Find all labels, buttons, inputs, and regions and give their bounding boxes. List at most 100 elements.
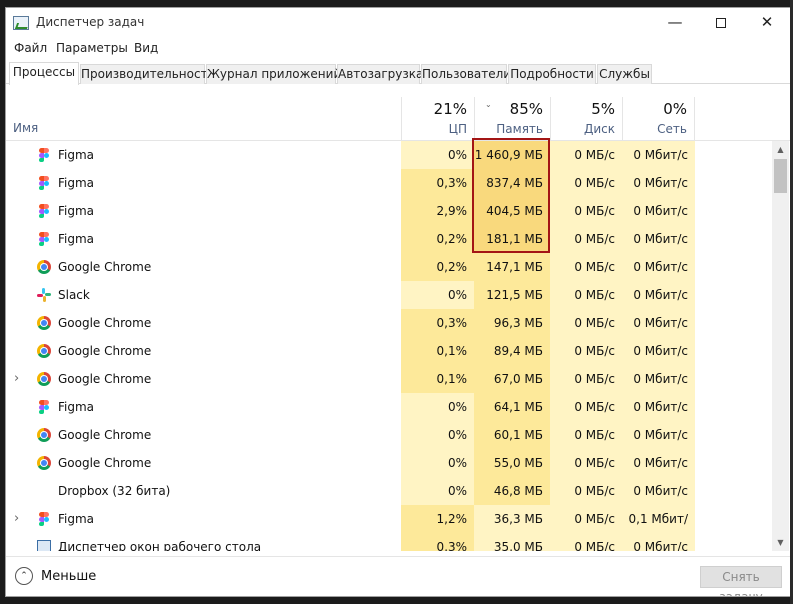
column-network-header[interactable]: 0% Сеть [622, 97, 695, 141]
chevron-right-icon[interactable]: › [14, 371, 19, 386]
cpu-cell: 0,2% [401, 225, 474, 253]
process-row[interactable]: Figma 0% 1 460,9 МБ 0 МБ/с 0 Мбит/с [6, 141, 772, 169]
network-cell: 0 Мбит/с [622, 141, 695, 169]
disk-label: Диск [583, 122, 615, 136]
process-name: Диспетчер окон рабочего стола [58, 540, 262, 551]
column-header: Имя 21% ЦП ⌄ 85% Память 5% Диск 0% Сеть [6, 97, 790, 141]
process-row[interactable]: Figma 0,3% 837,4 МБ 0 МБ/с 0 Мбит/с [6, 169, 772, 197]
figma-icon [39, 400, 49, 414]
process-name-cell: Google Chrome [6, 449, 401, 477]
disk-cell: 0 МБ/с [550, 505, 622, 533]
tab-services[interactable]: Службы [597, 64, 652, 84]
cpu-cell: 0% [401, 393, 474, 421]
vertical-scrollbar[interactable]: ▲ ▼ [772, 141, 789, 551]
process-name-cell: Диспетчер окон рабочего стола [6, 533, 401, 551]
close-icon: ✕ [760, 13, 774, 31]
process-name: Figma [58, 176, 95, 190]
menu-file[interactable]: Файл [14, 41, 47, 55]
maximize-button[interactable] [698, 8, 744, 38]
process-row[interactable]: Google Chrome 0% 55,0 МБ 0 МБ/с 0 Мбит/с [6, 449, 772, 477]
memory-cell: 64,1 МБ [474, 393, 550, 421]
network-cell: 0 Мбит/с [622, 169, 695, 197]
tab-processes[interactable]: Процессы [9, 62, 79, 85]
column-cpu-header[interactable]: 21% ЦП [401, 97, 474, 141]
memory-cell: 96,3 МБ [474, 309, 550, 337]
memory-label: Память [496, 122, 543, 136]
fewer-details-button[interactable]: Меньше [41, 569, 96, 584]
process-row[interactable]: Figma 2,9% 404,5 МБ 0 МБ/с 0 Мбит/с [6, 197, 772, 225]
process-row[interactable]: › Google Chrome 0,1% 67,0 МБ 0 МБ/с 0 Мбит/с [6, 365, 772, 393]
cpu-cell: 0% [401, 477, 474, 505]
network-cell: 0 Мбит/с [622, 225, 695, 253]
tab-users[interactable]: Пользователи [421, 64, 511, 84]
process-name-cell: › Google Chrome [6, 365, 401, 393]
network-cell: 0 Мбит/с [622, 477, 695, 505]
memory-cell: 46,8 МБ [474, 477, 550, 505]
cpu-total: 21% [433, 100, 467, 118]
end-task-button[interactable]: Снять задачу [700, 566, 782, 596]
tab-startup[interactable]: Автозагрузка [337, 64, 423, 84]
process-row[interactable]: Диспетчер окон рабочего стола 0,3% 35,0 МБ… [6, 533, 772, 551]
process-row[interactable]: › Figma 1,2%36,3 МБ0 МБ/с0,1 Мбит/с [6, 505, 772, 551]
tab-app-history[interactable]: Журнал приложений [206, 64, 341, 84]
network-cell: 0 Мбит/с [622, 365, 695, 393]
memory-cell: 1 460,9 МБ [474, 141, 550, 169]
network-cell: 0 Мбит/с [622, 253, 695, 281]
scroll-up-icon[interactable]: ▲ [772, 141, 789, 158]
process-row[interactable]: Slack 0% 121,5 МБ 0 МБ/с 0 Мбит/с [6, 281, 772, 309]
disk-cell: 0 МБ/с [550, 281, 622, 309]
process-row[interactable]: Google Chrome 0,3% 96,3 МБ 0 МБ/с 0 Мбит/с [6, 309, 772, 337]
process-row[interactable]: Dropbox (32 бита) 0% 46,8 МБ 0 МБ/с 0 Мбит/с [6, 477, 772, 505]
process-name-cell: Google Chrome [6, 337, 401, 365]
tab-details[interactable]: Подробности [508, 64, 596, 84]
task-manager-icon [13, 16, 29, 30]
chrome-icon [37, 372, 51, 386]
scrollbar-thumb[interactable] [774, 159, 787, 193]
network-cell: 0,1 Мбит/с [622, 505, 695, 551]
process-name: Dropbox (32 бита) [58, 484, 171, 498]
process-name: Figma [58, 148, 95, 162]
process-name-cell: Figma [6, 197, 401, 225]
process-name: Google Chrome [58, 344, 152, 358]
column-name-header[interactable]: Имя [13, 121, 38, 135]
network-label: Сеть [657, 122, 687, 136]
column-disk-header[interactable]: 5% Диск [550, 97, 622, 141]
column-memory-header[interactable]: ⌄ 85% Память [474, 97, 550, 141]
disk-total: 5% [591, 100, 615, 118]
cpu-cell: 0% [401, 141, 474, 169]
slack-icon [37, 288, 51, 302]
tab-performance[interactable]: Производительность [80, 64, 215, 84]
close-button[interactable]: ✕ [744, 8, 790, 38]
process-row[interactable]: Figma 0% 64,1 МБ 0 МБ/с 0 Мбит/с [6, 393, 772, 421]
memory-cell: 60,1 МБ [474, 421, 550, 449]
figma-icon [39, 176, 49, 190]
cpu-cell: 0,2% [401, 253, 474, 281]
process-name-cell: Figma [6, 169, 401, 197]
menu-view[interactable]: Вид [134, 41, 158, 55]
process-name: Google Chrome [58, 428, 152, 442]
chevron-right-icon[interactable]: › [14, 511, 19, 526]
network-cell: 0 Мбит/с [622, 197, 695, 225]
disk-cell: 0 МБ/с [550, 337, 622, 365]
process-name-cell: Dropbox (32 бита) [6, 477, 401, 505]
process-name-cell: Figma [6, 393, 401, 421]
process-row[interactable]: Google Chrome 0,2% 147,1 МБ 0 МБ/с 0 Мбит/с [6, 253, 772, 281]
disk-cell: 0 МБ/с [550, 449, 622, 477]
disk-cell: 0 МБ/с [550, 169, 622, 197]
menu-options[interactable]: Параметры [56, 41, 128, 55]
minimize-button[interactable]: — [652, 8, 698, 38]
task-manager-window: Диспетчер задач — ✕ Файл Параметры Вид П… [5, 7, 791, 597]
memory-cell: 121,5 МБ [474, 281, 550, 309]
network-total: 0% [663, 100, 687, 118]
scroll-down-icon[interactable]: ▼ [772, 534, 789, 551]
menu-bar: Файл Параметры Вид [6, 39, 790, 59]
process-row[interactable]: Google Chrome 0,1% 89,4 МБ 0 МБ/с 0 Мбит/с [6, 337, 772, 365]
title-bar[interactable]: Диспетчер задач — ✕ [6, 8, 790, 39]
process-name: Figma [58, 400, 95, 414]
process-row[interactable]: Figma 0,2% 181,1 МБ 0 МБ/с 0 Мбит/с [6, 225, 772, 253]
figma-icon [39, 512, 49, 526]
process-row[interactable]: Google Chrome 0% 60,1 МБ 0 МБ/с 0 Мбит/с [6, 421, 772, 449]
chevron-up-icon[interactable]: ⌃ [15, 567, 33, 585]
chrome-icon [37, 428, 51, 442]
memory-cell: 147,1 МБ [474, 253, 550, 281]
